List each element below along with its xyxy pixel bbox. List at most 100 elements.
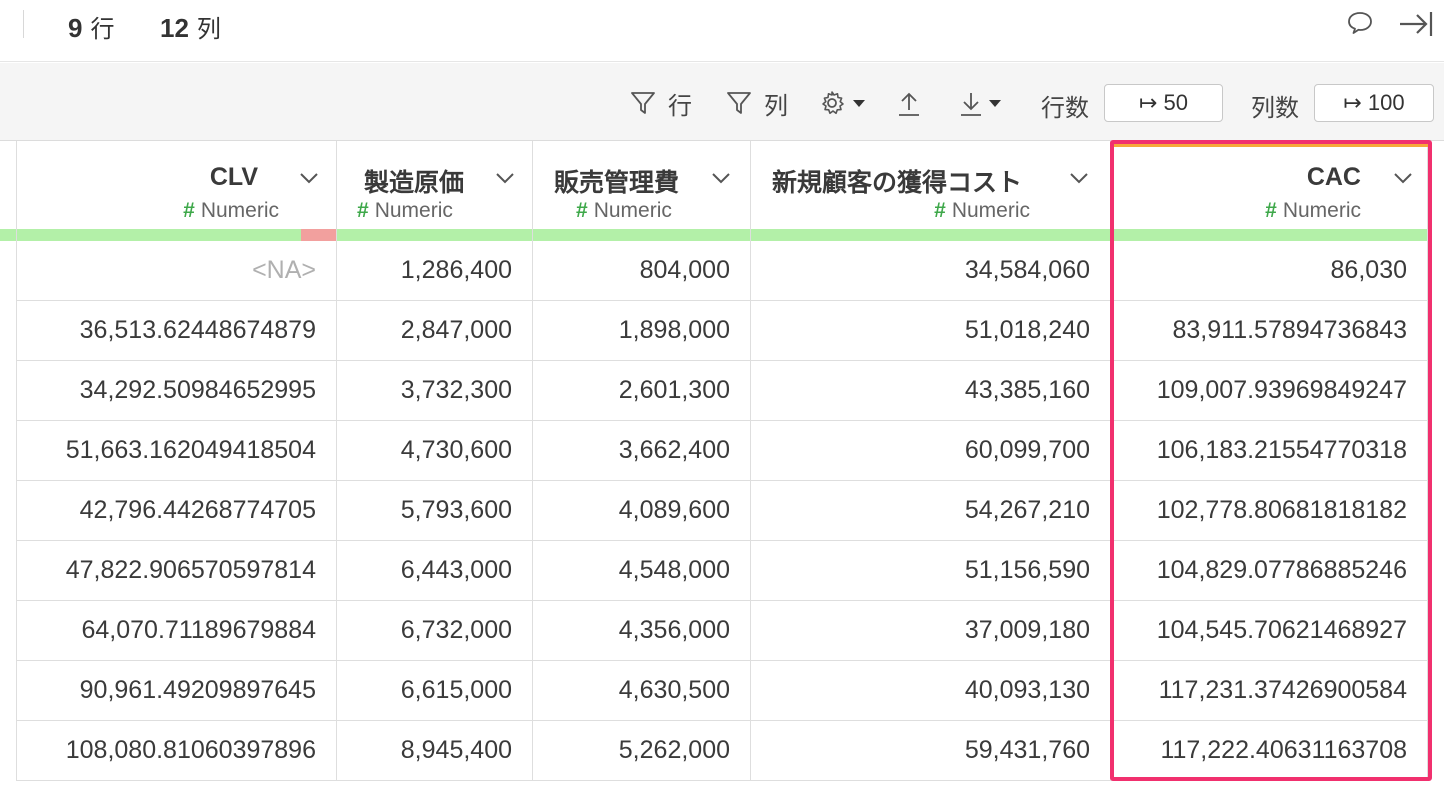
chevron-down-icon[interactable] (495, 171, 515, 185)
column-count-unit: 列 (196, 15, 221, 43)
table-cell[interactable]: 804,000 (533, 241, 750, 301)
column-header[interactable]: CLV # Numeric (17, 141, 336, 229)
table-cell[interactable]: 86,030 (1111, 241, 1427, 301)
column-header[interactable]: 製造原価 # Numeric (337, 141, 532, 229)
table-cell[interactable]: 106,183.21554770318 (1111, 421, 1427, 481)
table-cell[interactable]: 108,080.81060397896 (17, 721, 336, 781)
column-name: 製造原価 (364, 169, 465, 197)
table-cell[interactable]: <NA> (17, 241, 336, 301)
table-cell[interactable]: 117,231.37426900584 (1111, 661, 1427, 721)
column-cells: 34,584,060 51,018,240 43,385,160 60,099,700… (751, 241, 1110, 781)
comment-icon[interactable] (1346, 10, 1374, 36)
column-quality-bar (533, 229, 750, 241)
table-cell[interactable]: 51,663.162049418504 (17, 421, 336, 481)
numeric-type-icon: # (183, 199, 195, 222)
table-cell[interactable]: 2,601,300 (533, 361, 750, 421)
filter-rows-label: 行 (668, 91, 692, 120)
column-header[interactable]: 販売管理費 # Numeric (533, 141, 750, 229)
row-count-unit: 行 (90, 15, 115, 43)
chevron-down-icon[interactable] (711, 171, 731, 185)
column-count-label: 列数 (1251, 94, 1299, 122)
filter-rows-button[interactable]: 行 (628, 85, 692, 121)
column-type-label: Numeric (200, 199, 279, 222)
column-count-value: 12 (160, 13, 189, 43)
column-cells: 804,000 1,898,000 2,601,300 3,662,400 4,089,… (533, 241, 750, 781)
table-cell[interactable]: 4,089,600 (533, 481, 750, 541)
row-count-value: 9 (68, 13, 83, 43)
column-type: # Numeric (576, 199, 672, 223)
table-cell[interactable]: 6,732,000 (337, 601, 532, 661)
column-quality-bar (0, 229, 16, 241)
table-cell[interactable]: 4,730,600 (337, 421, 532, 481)
table-cell[interactable]: 6,443,000 (337, 541, 532, 601)
table-cell[interactable]: 64,070.71189679884 (17, 601, 336, 661)
table-cell[interactable]: 1,286,400 (337, 241, 532, 301)
column-sga-expense: 販売管理費 # Numeric 804,000 1,898,000 2,601,300 3,… (533, 141, 751, 781)
table-cell[interactable]: 2,847,000 (337, 301, 532, 361)
table-cell[interactable]: 104,829.07786885246 (1111, 541, 1427, 601)
column-type-label: Numeric (1282, 199, 1361, 222)
table-cell[interactable]: 40,093,130 (751, 661, 1110, 721)
column-type-label: Numeric (374, 199, 453, 222)
column-cac: CAC # Numeric 86,030 83,911.57894736843 109,0… (1111, 141, 1428, 781)
column-cells: <NA> 36,513.62448674879 34,292.50984652995… (17, 241, 336, 781)
settings-menu-button[interactable] (817, 85, 867, 121)
table-cell[interactable]: 34,292.50984652995 (17, 361, 336, 421)
column-type: # Numeric (934, 199, 1030, 223)
download-menu-button[interactable] (957, 85, 1003, 121)
column-count-summary: 12 列 (160, 9, 221, 44)
table-cell[interactable]: 102,778.80681818182 (1111, 481, 1427, 541)
column-type: # Numeric (357, 199, 453, 223)
filter-icon (724, 88, 754, 118)
numeric-type-icon: # (1265, 199, 1277, 222)
column-acquisition-cost: 新規顧客の獲得コスト # Numeric 34,584,060 51,018,240 43… (751, 141, 1111, 781)
upload-icon (895, 88, 923, 118)
missing-values-indicator (300, 229, 336, 241)
table-cell[interactable]: 36,513.62448674879 (17, 301, 336, 361)
table-cell[interactable]: 54,267,210 (751, 481, 1110, 541)
collapse-right-icon[interactable] (1396, 8, 1436, 40)
table-cell[interactable]: 4,356,000 (533, 601, 750, 661)
numeric-type-icon: # (576, 199, 588, 222)
table-cell[interactable]: 37,009,180 (751, 601, 1110, 661)
table-cell[interactable]: 3,662,400 (533, 421, 750, 481)
table-cell[interactable]: 4,630,500 (533, 661, 750, 721)
column-header[interactable]: CAC # Numeric (1111, 141, 1427, 229)
table-cell[interactable]: 6,615,000 (337, 661, 532, 721)
chevron-down-icon (987, 97, 1003, 109)
column-type: # Numeric (183, 199, 279, 223)
numeric-type-icon: # (357, 199, 369, 222)
row-count-input[interactable]: ↦ 50 (1104, 84, 1223, 122)
table-cell[interactable]: 90,961.49209897645 (17, 661, 336, 721)
chevron-down-icon[interactable] (1069, 171, 1089, 185)
upload-button[interactable] (895, 85, 923, 121)
chevron-down-icon[interactable] (299, 171, 319, 185)
table-cell[interactable]: 117,222.40631163708 (1111, 721, 1427, 781)
table-cell[interactable]: 60,099,700 (751, 421, 1110, 481)
table-cell[interactable]: 5,793,600 (337, 481, 532, 541)
column-header[interactable]: 新規顧客の獲得コスト # Numeric (751, 141, 1110, 229)
table-cell[interactable]: 47,822.906570597814 (17, 541, 336, 601)
filter-columns-button[interactable]: 列 (724, 85, 788, 121)
table-cell[interactable]: 51,018,240 (751, 301, 1110, 361)
table-cell[interactable]: 8,945,400 (337, 721, 532, 781)
table-cell[interactable]: 104,545.70621468927 (1111, 601, 1427, 661)
table-cell[interactable]: 4,548,000 (533, 541, 750, 601)
column-count-input[interactable]: ↦ 100 (1314, 84, 1434, 122)
table-cell[interactable]: 43,385,160 (751, 361, 1110, 421)
column-quality-bar (751, 229, 1110, 241)
table-cell[interactable]: 59,431,760 (751, 721, 1110, 781)
table-cell[interactable]: 3,732,300 (337, 361, 532, 421)
table-cell[interactable]: 51,156,590 (751, 541, 1110, 601)
table-cell[interactable]: 5,262,000 (533, 721, 750, 781)
table-cell[interactable]: 34,584,060 (751, 241, 1110, 301)
download-icon (957, 88, 985, 118)
chevron-down-icon[interactable] (1393, 171, 1413, 185)
table-toolbar: 行 列 行数 ↦ 50 列数 ↦ 100 (0, 63, 1444, 141)
previous-column-edge (0, 141, 16, 781)
table-cell[interactable]: 42,796.44268774705 (17, 481, 336, 541)
table-cell[interactable]: 109,007.93969849247 (1111, 361, 1427, 421)
table-cell[interactable]: 83,911.57894736843 (1111, 301, 1427, 361)
column-name: 販売管理費 (554, 169, 680, 197)
table-cell[interactable]: 1,898,000 (533, 301, 750, 361)
